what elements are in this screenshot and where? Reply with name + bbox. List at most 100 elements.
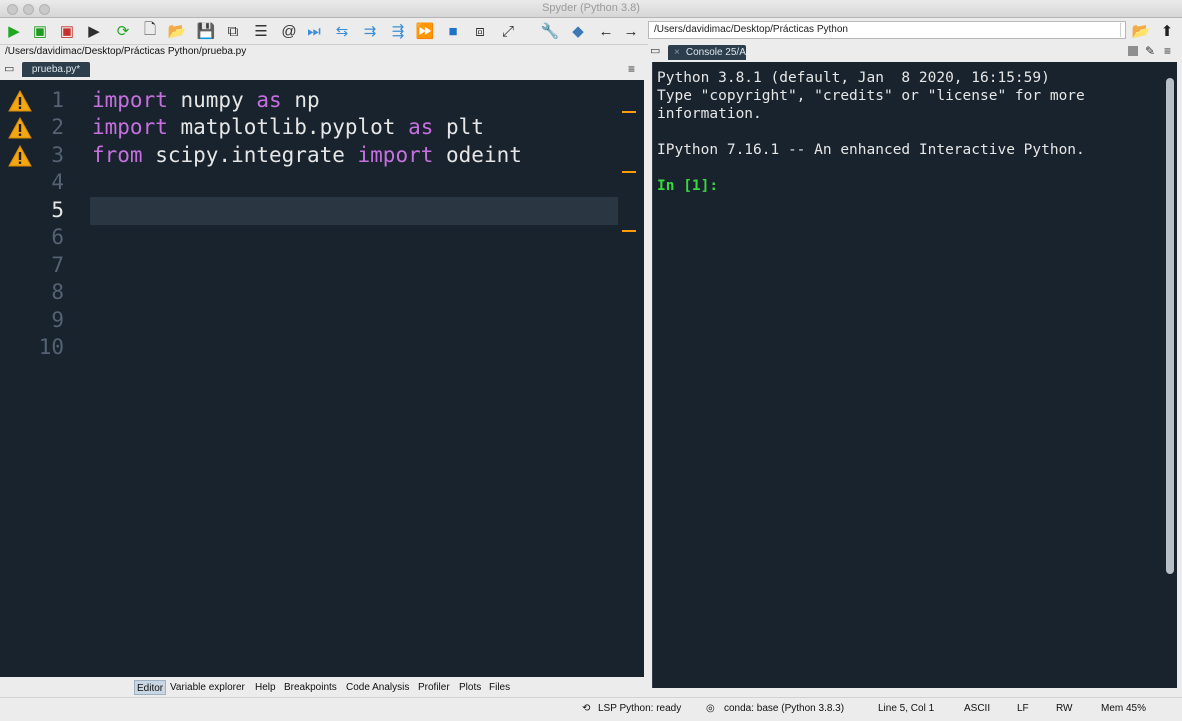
- warning-marker[interactable]: [622, 230, 636, 232]
- console-line: Python 3.8.1 (default, Jan 8 2020, 16:15…: [657, 70, 1050, 86]
- keyword-token: from: [92, 143, 143, 167]
- lsp-status: LSP Python: ready: [598, 703, 682, 714]
- console-line: Type "copyright", "credits" or "license"…: [657, 88, 1085, 104]
- new-file-icon[interactable]: 🗋: [139, 20, 161, 42]
- step-into-icon[interactable]: ⇆: [331, 20, 353, 42]
- open-folder-icon[interactable]: 📂: [166, 20, 188, 42]
- console-scrollbar[interactable]: [1166, 78, 1174, 574]
- close-tab-icon[interactable]: ×: [674, 47, 680, 58]
- file-permissions: RW: [1056, 703, 1073, 714]
- fullscreen-icon[interactable]: ⤢: [497, 20, 519, 42]
- keyword-token: import: [92, 115, 168, 139]
- conda-env-icon: ◎: [706, 703, 715, 714]
- window-titlebar: Spyder (Python 3.8): [0, 0, 1182, 18]
- warning-icon[interactable]: [8, 89, 32, 112]
- line-number: 1: [51, 88, 64, 112]
- continue-icon[interactable]: ⏩: [414, 20, 436, 42]
- python-path-icon[interactable]: ◆: [567, 20, 589, 42]
- stop-kernel-icon[interactable]: [1128, 46, 1138, 56]
- line-number: 9: [51, 308, 64, 332]
- stop-icon[interactable]: ■: [442, 20, 464, 42]
- code-line: import numpy as np: [92, 87, 320, 114]
- line-number: 5: [51, 198, 64, 222]
- line-number: 7: [51, 253, 64, 277]
- current-line-highlight: [90, 197, 618, 225]
- keyword-token: as: [256, 88, 282, 112]
- left-pane-tabs: Editor Variable explorer Help Breakpoints Co…: [0, 677, 648, 697]
- console-options-menu-icon[interactable]: ≡: [1164, 44, 1171, 58]
- parent-directory-up-icon[interactable]: ⬆: [1156, 20, 1178, 42]
- at-icon[interactable]: @: [278, 20, 300, 42]
- tab-variable-explorer[interactable]: Variable explorer: [168, 680, 247, 695]
- end-of-line: LF: [1017, 703, 1029, 714]
- keyword-token: as: [408, 115, 434, 139]
- tab-profiler[interactable]: Profiler: [416, 680, 452, 695]
- line-number: 6: [51, 225, 64, 249]
- step-return-icon[interactable]: ⇉: [359, 20, 381, 42]
- code-line: from scipy.integrate import odeint: [92, 142, 522, 169]
- save-icon[interactable]: 💾: [195, 20, 217, 42]
- keyword-token: import: [357, 143, 434, 167]
- list-icon[interactable]: ☰: [250, 20, 272, 42]
- conda-env-status: conda: base (Python 3.8.3): [724, 703, 845, 714]
- code-token: odeint: [433, 143, 522, 167]
- run-cell-icon[interactable]: ▶: [83, 20, 105, 42]
- console-prompt[interactable]: In [1]:: [657, 177, 1085, 195]
- browse-tabs-icon[interactable]: ▭: [4, 62, 14, 75]
- run-debug-icon[interactable]: ▣: [56, 20, 78, 42]
- keyword-token: import: [92, 88, 168, 112]
- tab-plots[interactable]: Plots: [457, 680, 483, 695]
- cursor-position: Line 5, Col 1: [878, 703, 935, 714]
- code-editor[interactable]: 1 import numpy as np 2 import matplotlib.py…: [0, 80, 644, 677]
- main-toolbar: ▶ ▣ ▣ ▶ ⟳ 🗋 📂 💾 ⧉ ☰ @ ⏭ ⇆ ⇉ ⇶ ⏩ ■ ⧈ ⤢ 🔧 ◆ ← → /Users/davidimac…: [0, 18, 1182, 45]
- console-line: information.: [657, 106, 762, 122]
- run-icon[interactable]: ▶: [3, 20, 25, 42]
- editor-options-menu-icon[interactable]: ≡: [628, 62, 635, 76]
- forward-arrow-icon[interactable]: →: [620, 20, 642, 42]
- window-title: Spyder (Python 3.8): [542, 2, 640, 14]
- file-encoding: ASCII: [964, 703, 991, 714]
- lsp-status-icon: ⟲: [582, 703, 591, 714]
- status-bar: ⟲ LSP Python: ready ◎ conda: base (Pytho…: [0, 697, 1182, 721]
- working-directory-input[interactable]: /Users/davidimac/Desktop/Prácticas Pytho…: [648, 21, 1126, 39]
- code-token: np: [281, 88, 320, 112]
- clear-console-eraser-icon[interactable]: ✎: [1145, 44, 1155, 58]
- reload-icon[interactable]: ⟳: [112, 20, 134, 42]
- console-output: Python 3.8.1 (default, Jan 8 2020, 16:15…: [657, 69, 1085, 195]
- editor-scrollbar[interactable]: [618, 80, 644, 677]
- tab-files[interactable]: Files: [487, 680, 512, 695]
- browse-folder-icon[interactable]: 📂: [1130, 20, 1152, 42]
- tab-prueba-py[interactable]: prueba.py*: [22, 62, 90, 77]
- step-over-icon[interactable]: ⇶: [387, 20, 409, 42]
- warning-icon[interactable]: [8, 144, 32, 167]
- tab-code-analysis[interactable]: Code Analysis: [344, 680, 411, 695]
- save-all-icon[interactable]: ⧉: [222, 20, 244, 42]
- code-token: plt: [433, 115, 484, 139]
- warning-marker[interactable]: [622, 171, 636, 173]
- warning-marker[interactable]: [622, 111, 636, 113]
- run-file-icon[interactable]: ▣: [29, 20, 51, 42]
- path-dropdown-separator: [1120, 23, 1121, 37]
- maximize-pane-icon[interactable]: ⧈: [469, 20, 491, 42]
- line-number: 10: [38, 335, 64, 359]
- editor-file-path: /Users/davidimac/Desktop/Prácticas Pytho…: [5, 46, 247, 57]
- code-token: numpy: [167, 88, 257, 112]
- code-token: matplotlib.pyplot: [167, 115, 409, 139]
- browse-console-tabs-icon[interactable]: ▭: [650, 44, 660, 57]
- console-tab-label: Console 25/A: [685, 47, 746, 58]
- tab-breakpoints[interactable]: Breakpoints: [282, 680, 339, 695]
- step-icon[interactable]: ⏭: [303, 20, 325, 42]
- tab-help[interactable]: Help: [253, 680, 278, 695]
- tab-editor[interactable]: Editor: [134, 680, 167, 695]
- line-number: 2: [51, 115, 64, 139]
- tab-console[interactable]: × Console 25/A: [668, 45, 746, 60]
- console-line: IPython 7.16.1 -- An enhanced Interactiv…: [657, 142, 1085, 158]
- back-arrow-icon[interactable]: ←: [595, 20, 617, 42]
- line-number: 3: [51, 143, 64, 167]
- preferences-wrench-icon[interactable]: 🔧: [539, 20, 561, 42]
- ipython-console[interactable]: Python 3.8.1 (default, Jan 8 2020, 16:15…: [652, 62, 1177, 688]
- warning-icon[interactable]: [8, 116, 32, 139]
- code-line: import matplotlib.pyplot as plt: [92, 114, 484, 141]
